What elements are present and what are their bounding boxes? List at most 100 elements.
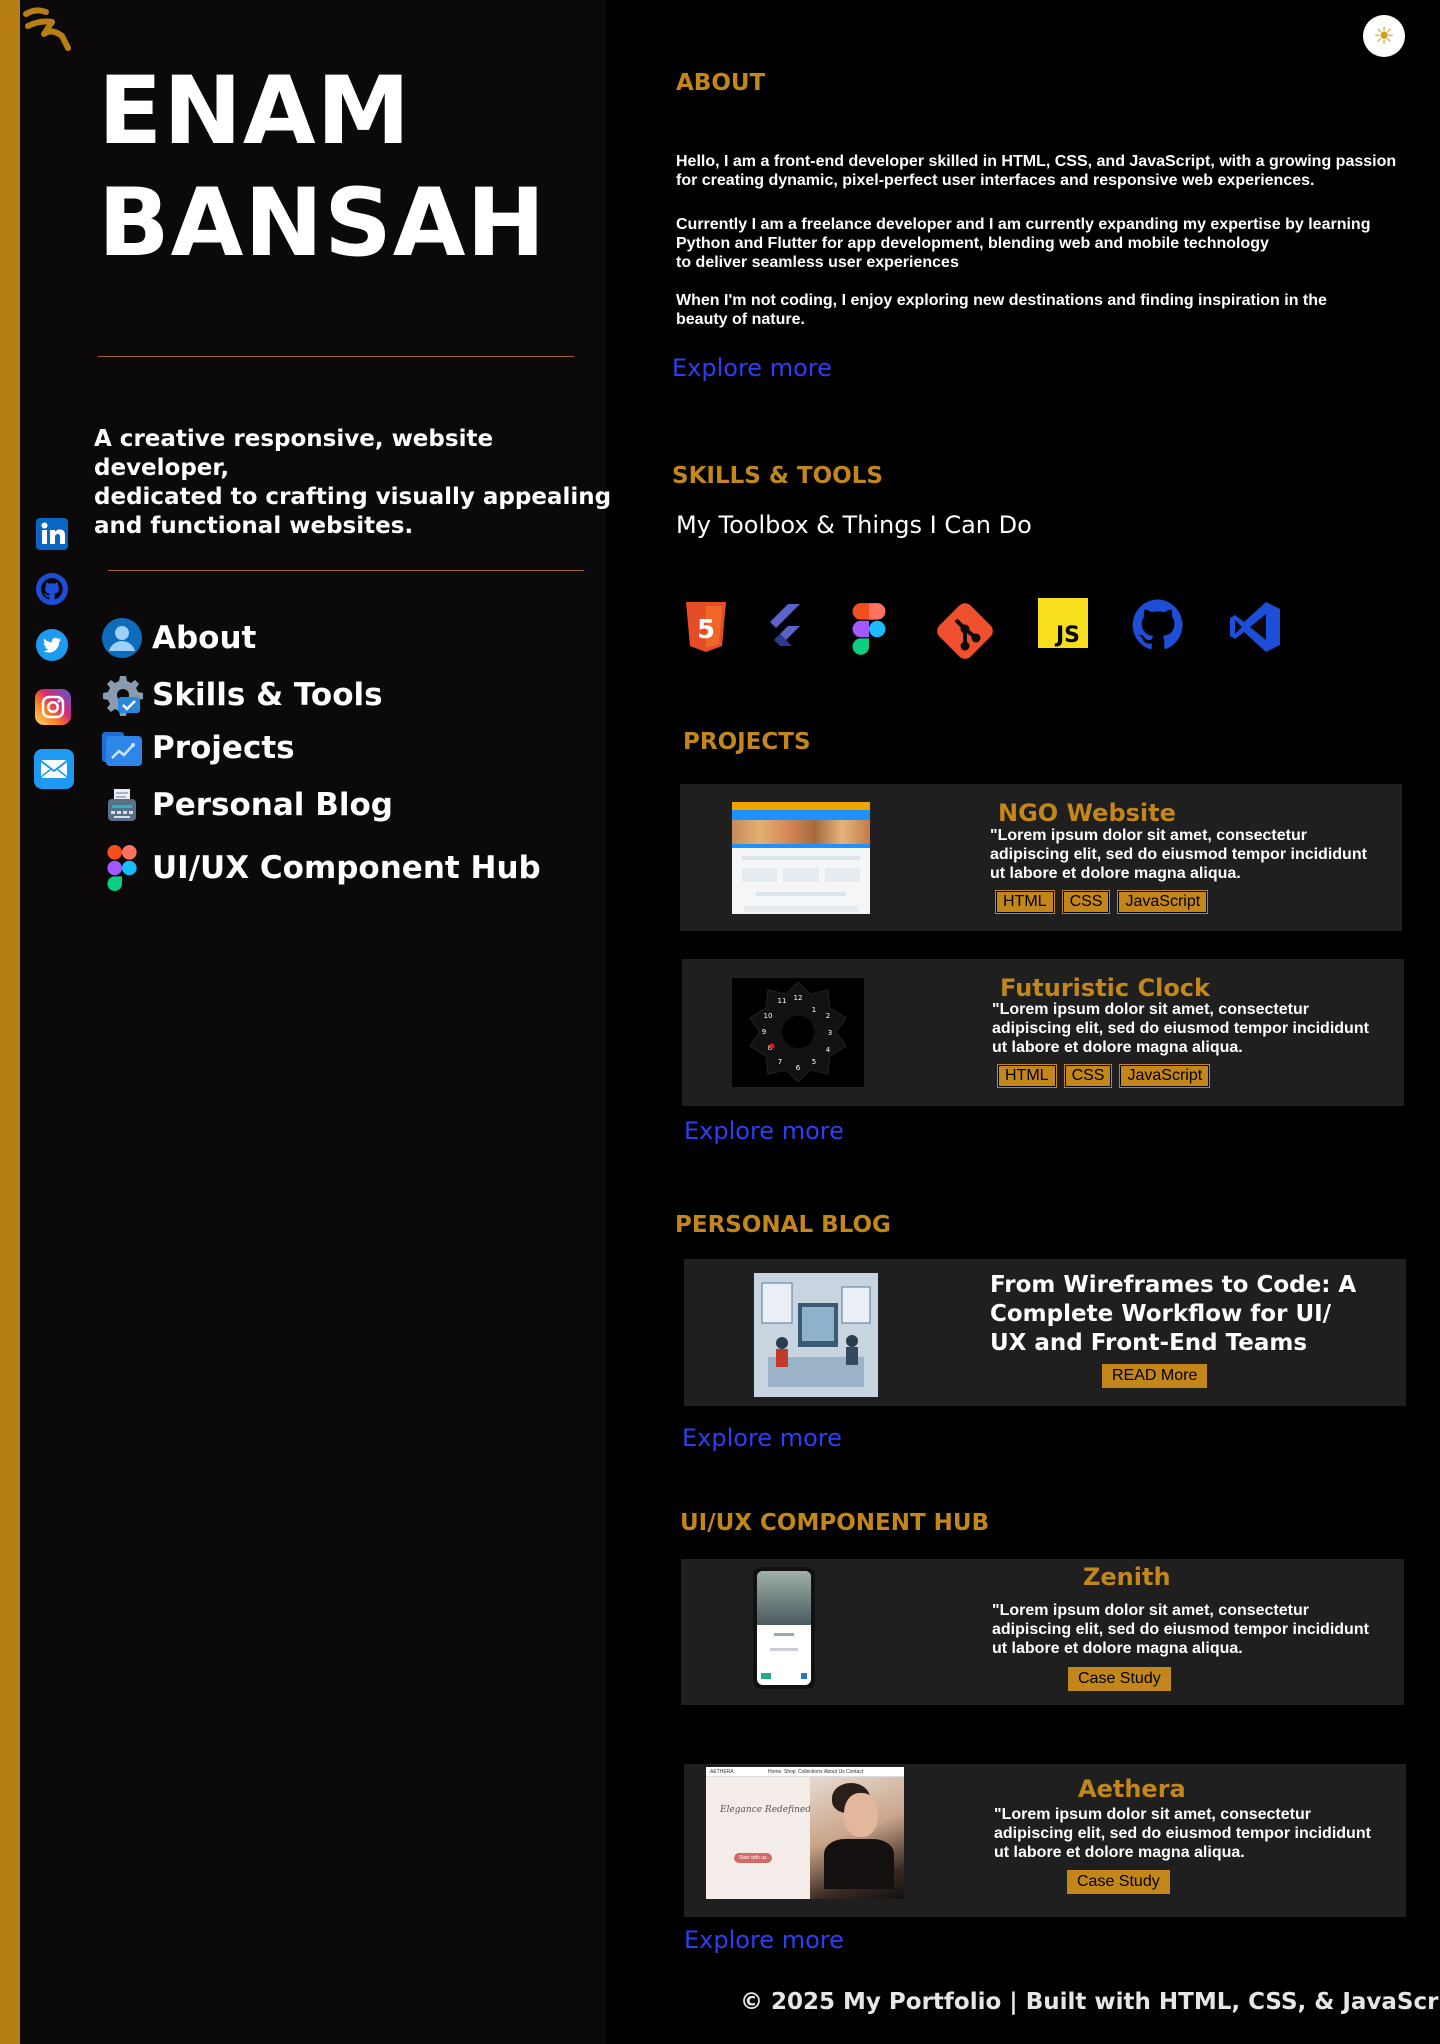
- twitter-icon[interactable]: [35, 628, 69, 667]
- blog-explore-link[interactable]: Explore more: [682, 1424, 842, 1452]
- hero-name-line1: ENAM: [98, 57, 412, 166]
- hub-thumbnail: [753, 1567, 815, 1689]
- svg-text:4: 4: [826, 1046, 831, 1054]
- about-paragraph-1: Hello, I am a front-end developer skille…: [676, 153, 1397, 189]
- hub-card-zenith[interactable]: Zenith "Lorem ipsum dolor sit amet, cons…: [681, 1559, 1404, 1705]
- about-paragraph-2: Currently I am a freelance developer and…: [676, 216, 1371, 271]
- tag-javascript: JavaScript: [1117, 890, 1209, 914]
- divider: [108, 570, 584, 571]
- mail-icon[interactable]: [33, 748, 75, 795]
- read-more-button[interactable]: READ More: [1102, 1364, 1208, 1388]
- about-heading: ABOUT: [676, 70, 766, 96]
- sun-icon: ☀: [1373, 22, 1395, 50]
- about-paragraph-3: When I'm not coding, I enjoy exploring n…: [676, 292, 1327, 328]
- linkedin-icon[interactable]: [34, 516, 70, 557]
- thumb-cta: Start with us: [734, 1853, 772, 1863]
- project-description: "Lorem ipsum dolor sit amet, consectetur…: [992, 1001, 1369, 1056]
- tag-html: HTML: [997, 1064, 1057, 1088]
- hub-title: Zenith: [1083, 1563, 1171, 1591]
- svg-text:3: 3: [828, 1029, 832, 1037]
- about-explore-link[interactable]: Explore more: [672, 354, 832, 382]
- blog-card[interactable]: From Wireframes to Code: A Complete Work…: [684, 1259, 1406, 1406]
- figma-icon: [100, 845, 144, 891]
- nav-label: About: [152, 620, 257, 656]
- project-description: "Lorem ipsum dolor sit amet, consectetur…: [990, 827, 1367, 882]
- tag-css: CSS: [1061, 890, 1111, 914]
- thumb-nav-contact: Contact: [846, 1769, 864, 1775]
- accent-bar: [0, 0, 20, 2044]
- svg-text:6: 6: [796, 1064, 801, 1072]
- theme-toggle-button[interactable]: ☀: [1363, 15, 1405, 57]
- project-card-clock[interactable]: 12 11 1 10 2938 4765 Futuristic Clock "Lore…: [682, 959, 1404, 1106]
- logo-icon[interactable]: [22, 4, 82, 54]
- project-tags: HTML CSS JavaScript: [995, 890, 1209, 914]
- nav-item-hub[interactable]: UI/UX Component Hub: [100, 845, 541, 891]
- project-thumbnail: [732, 802, 870, 914]
- footer-text: © 2025 My Portfolio | Built with HTML, C…: [740, 1989, 1440, 2015]
- blog-post-title: From Wireframes to Code: A Complete Work…: [990, 1272, 1357, 1356]
- instagram-icon[interactable]: [34, 688, 72, 731]
- svg-text:9: 9: [762, 1028, 766, 1036]
- javascript-icon: JS: [1038, 598, 1088, 648]
- hub-title: Aethera: [1078, 1775, 1186, 1803]
- hub-explore-link[interactable]: Explore more: [684, 1926, 844, 1954]
- github-icon[interactable]: [35, 572, 69, 611]
- user-icon: [100, 616, 144, 660]
- hub-description: "Lorem ipsum dolor sit amet, consectetur…: [994, 1806, 1371, 1861]
- skills-heading: SKILLS & TOOLS: [672, 463, 883, 489]
- hero-tagline: A creative responsive, website developer…: [94, 426, 612, 539]
- case-study-button[interactable]: Case Study: [1068, 1667, 1171, 1691]
- nav-item-projects[interactable]: Projects: [100, 726, 295, 770]
- figma-icon: [852, 603, 886, 655]
- nav-item-skills[interactable]: Skills & Tools: [100, 673, 383, 717]
- html5-label: 5: [697, 615, 715, 645]
- thumb-nav-shop: Shop: [784, 1769, 796, 1775]
- nav-label: Skills & Tools: [152, 677, 383, 713]
- hub-thumbnail: AETHERA Home Shop Collections About Us C…: [706, 1767, 904, 1899]
- blog-heading: PERSONAL BLOG: [675, 1212, 891, 1238]
- hero-name-line2: BANSAH: [98, 169, 547, 278]
- nav-item-blog[interactable]: Personal Blog: [100, 783, 393, 827]
- hub-heading: UI/UX COMPONENT HUB: [680, 1510, 990, 1536]
- project-thumbnail: 12 11 1 10 2938 4765: [732, 978, 864, 1087]
- divider: [98, 356, 574, 357]
- nav-label: UI/UX Component Hub: [152, 850, 541, 886]
- projects-explore-link[interactable]: Explore more: [684, 1117, 844, 1145]
- tag-css: CSS: [1063, 1064, 1113, 1088]
- thumb-nav-home: Home: [768, 1769, 782, 1775]
- js-label: JS: [1054, 623, 1080, 648]
- blog-thumbnail: [754, 1273, 878, 1397]
- case-study-button[interactable]: Case Study: [1067, 1870, 1170, 1894]
- gear-icon: [100, 673, 144, 717]
- svg-text:10: 10: [764, 1012, 773, 1020]
- vscode-icon: [1230, 602, 1280, 652]
- svg-text:12: 12: [794, 994, 803, 1002]
- tag-javascript: JavaScript: [1119, 1064, 1211, 1088]
- nav-label: Projects: [152, 730, 295, 766]
- svg-text:7: 7: [778, 1058, 782, 1066]
- nav-item-about[interactable]: About: [100, 616, 256, 660]
- tools-row: 5 JS: [680, 592, 1400, 662]
- svg-text:1: 1: [812, 1006, 816, 1014]
- project-title: NGO Website: [998, 799, 1176, 827]
- flutter-icon: [770, 604, 800, 646]
- sidebar: [20, 0, 606, 2044]
- thumb-brand: AETHERA: [710, 1769, 734, 1775]
- hero-name: ENAM BANSAH: [98, 56, 546, 280]
- thumb-nav-collections: Collections: [798, 1769, 823, 1775]
- tag-html: HTML: [995, 890, 1055, 914]
- html5-icon: 5: [686, 602, 726, 652]
- skills-subtitle: My Toolbox & Things I Can Do: [676, 511, 1032, 539]
- github-icon: [1132, 599, 1183, 650]
- svg-text:11: 11: [778, 997, 787, 1005]
- thumb-headline: Elegance Redefined: [720, 1805, 812, 1815]
- svg-text:2: 2: [826, 1012, 830, 1020]
- git-icon: [937, 603, 993, 659]
- project-card-ngo[interactable]: NGO Website "Lorem ipsum dolor sit amet,…: [680, 784, 1402, 931]
- projects-heading: PROJECTS: [683, 729, 811, 755]
- hub-description: "Lorem ipsum dolor sit amet, consectetur…: [992, 1602, 1369, 1657]
- thumb-nav-about: About Us: [824, 1769, 845, 1775]
- nav-label: Personal Blog: [152, 787, 393, 823]
- project-tags: HTML CSS JavaScript: [997, 1064, 1211, 1088]
- hub-card-aethera[interactable]: AETHERA Home Shop Collections About Us C…: [684, 1764, 1406, 1917]
